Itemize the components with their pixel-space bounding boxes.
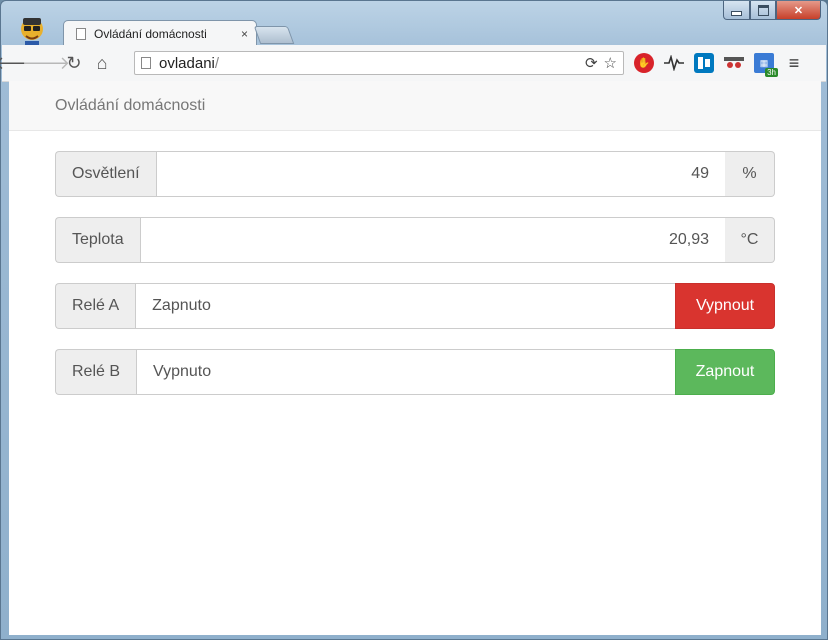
relay-a-turn-off-button[interactable]: Vypnout	[675, 283, 775, 329]
window-controls: ✕	[723, 1, 821, 20]
browser-window: ✕ Ovládání domácnosti × 🡐 🡒 ↻ ⌂ ovladani…	[0, 0, 828, 640]
close-window-button[interactable]: ✕	[776, 1, 821, 20]
relay-b-label: Relé B	[55, 349, 137, 395]
temperature-label: Teplota	[55, 217, 140, 263]
incognito-mask-icon[interactable]	[722, 51, 746, 75]
close-icon: ✕	[793, 4, 804, 17]
calendar-extension-icon[interactable]: ▦ 3h	[754, 53, 778, 77]
maximize-icon	[757, 4, 769, 16]
control-rows: Osvětlení 49 % Teplota 20,93 °C Relé A Z…	[9, 131, 821, 395]
tab-title: Ovládání domácnosti	[94, 26, 207, 41]
row-relay-b: Relé B Vypnuto Zapnout	[55, 349, 775, 395]
url-text[interactable]: ovladani/	[159, 55, 585, 72]
minimize-button[interactable]	[723, 1, 750, 20]
home-icon: ⌂	[96, 52, 108, 73]
minimize-icon	[731, 10, 742, 16]
row-temperature: Teplota 20,93 °C	[55, 217, 775, 263]
browser-menu-icon[interactable]: ≡	[782, 51, 806, 75]
row-lighting: Osvětlení 49 %	[55, 151, 775, 197]
translate-refresh-icon[interactable]: ⟳	[585, 54, 598, 72]
navbar: Ovládání domácnosti	[9, 81, 821, 131]
relay-b-turn-on-button[interactable]: Zapnout	[675, 349, 775, 395]
temperature-value: 20,93	[139, 217, 725, 263]
profile-avatar-icon[interactable]	[17, 15, 47, 47]
trello-extension-icon[interactable]	[694, 53, 714, 73]
tab-close-icon[interactable]: ×	[241, 27, 248, 41]
calendar-badge: 3h	[765, 68, 778, 77]
reload-icon: ↻	[66, 52, 82, 73]
lighting-value: 49	[155, 151, 725, 197]
browser-tab-active[interactable]: Ovládání domácnosti ×	[63, 20, 257, 46]
relay-a-label: Relé A	[55, 283, 136, 329]
forward-button[interactable]: 🡒	[22, 51, 70, 75]
relay-b-status: Vypnuto	[136, 349, 675, 395]
extensions-area: ✋ ▦ 3h ≡	[634, 51, 814, 77]
browser-toolbar: 🡐 🡒 ↻ ⌂ ovladani/ ⟳ ☆ ✋ ▦ 3h ≡	[0, 45, 826, 82]
relay-a-status: Zapnuto	[135, 283, 675, 329]
lighting-unit: %	[725, 151, 775, 197]
home-button[interactable]: ⌂	[90, 51, 114, 75]
pulse-extension-icon[interactable]	[662, 51, 686, 75]
bookmark-star-icon[interactable]: ☆	[604, 54, 617, 72]
temperature-unit: °C	[725, 217, 775, 263]
page-icon	[141, 57, 151, 69]
lighting-label: Osvětlení	[55, 151, 156, 197]
adblock-stop-icon[interactable]: ✋	[634, 53, 654, 73]
reload-button[interactable]: ↻	[62, 51, 86, 75]
address-bar[interactable]: ovladani/ ⟳ ☆	[134, 51, 624, 75]
row-relay-a: Relé A Zapnuto Vypnout	[55, 283, 775, 329]
page-icon	[76, 27, 86, 40]
navbar-brand[interactable]: Ovládání domácnosti	[55, 97, 205, 115]
url-path: /	[214, 54, 220, 72]
url-host: ovladani	[159, 54, 215, 72]
page-viewport: Ovládání domácnosti Osvětlení 49 % Teplo…	[9, 81, 821, 635]
new-tab-button[interactable]	[253, 26, 295, 44]
maximize-button[interactable]	[750, 1, 776, 20]
